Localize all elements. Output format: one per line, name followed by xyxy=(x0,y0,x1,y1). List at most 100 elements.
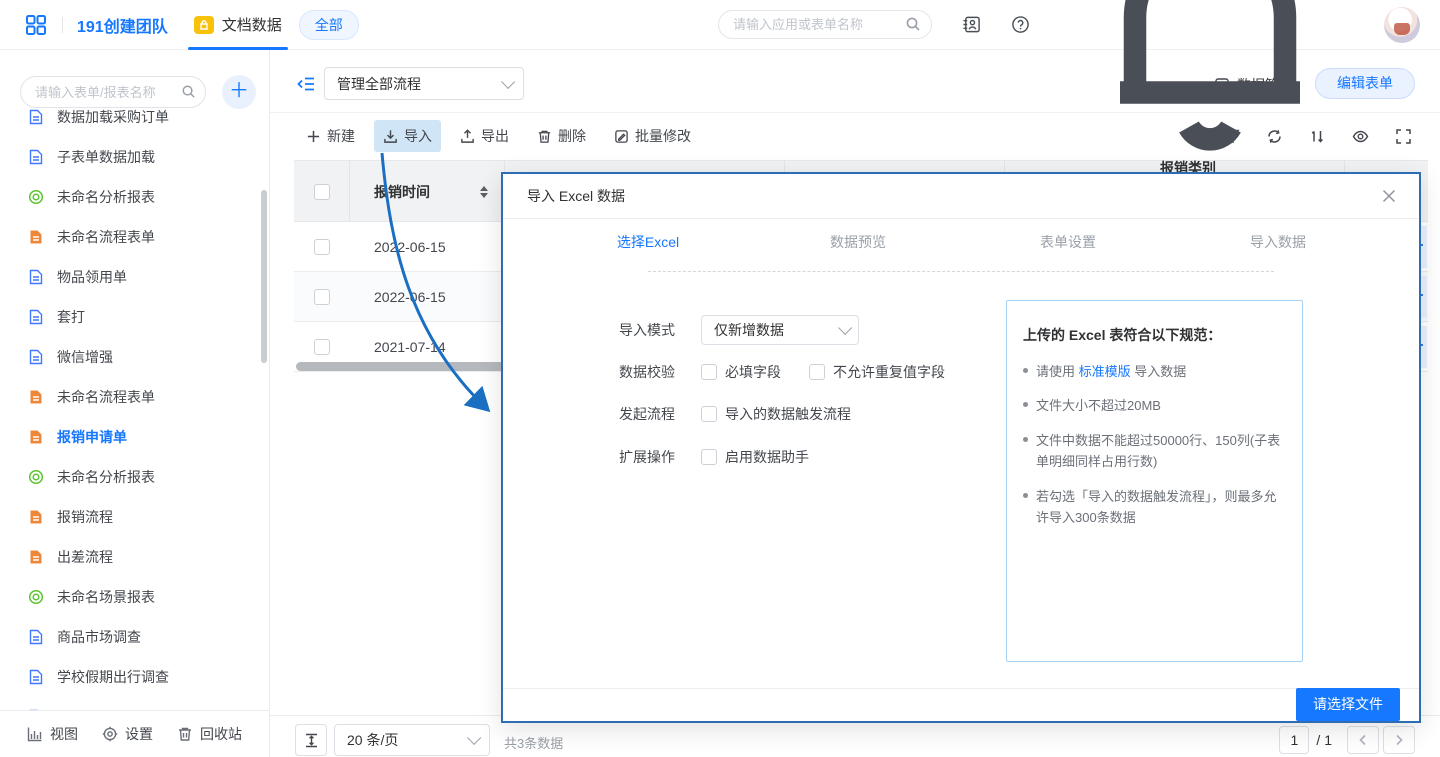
help-icon[interactable] xyxy=(1011,15,1030,34)
col-header-time[interactable]: 报销时间 xyxy=(349,161,504,223)
import-button[interactable]: 导入 xyxy=(374,120,441,152)
prev-page-button[interactable] xyxy=(1347,726,1379,754)
workbench-grid-icon[interactable] xyxy=(24,13,48,37)
form-search[interactable] xyxy=(20,76,206,108)
export-button[interactable]: 导出 xyxy=(451,120,518,152)
sidebar-item[interactable]: 报销流程 xyxy=(0,497,269,537)
import-steps: 选择Excel 数据预览 表单设置 导入数据 xyxy=(543,232,1379,288)
notifications-button[interactable] xyxy=(1060,0,1360,175)
sidebar-item[interactable]: 未命名分析报表 xyxy=(0,457,269,497)
settings-button[interactable]: 设置 xyxy=(102,724,153,744)
sidebar-item-selected[interactable]: 报销申请单 xyxy=(0,417,269,457)
new-record-button[interactable]: 新建 xyxy=(297,120,364,152)
page-size-select[interactable]: 20 条/页 xyxy=(334,724,490,756)
validation-label: 数据校验 xyxy=(619,362,681,382)
select-all-checkbox[interactable] xyxy=(314,184,330,200)
checkbox[interactable] xyxy=(701,449,717,465)
validation-row: 数据校验 必填字段 不允许重复值字段 xyxy=(619,357,973,387)
sidebar-item[interactable]: 出差流程 xyxy=(0,537,269,577)
sidebar-item[interactable]: 数据加载采购订单 xyxy=(0,107,269,137)
step-form-settings: 表单设置 xyxy=(963,232,1173,252)
export-icon xyxy=(460,129,475,144)
sidebar-item[interactable]: 未命名场景报表 xyxy=(0,577,269,617)
form-search-input[interactable] xyxy=(20,76,206,108)
sidebar-item-label: 微信增强 xyxy=(57,347,113,367)
next-page-button[interactable] xyxy=(1383,726,1415,754)
sidebar-item[interactable]: 商品市场调查 xyxy=(0,617,269,657)
tab-all[interactable]: 全部 xyxy=(299,10,359,40)
sidebar-item[interactable]: 微信增强 xyxy=(0,337,269,377)
checkbox[interactable] xyxy=(701,364,717,380)
sidebar-item[interactable]: 物品领用单 xyxy=(0,257,269,297)
export-label: 导出 xyxy=(481,126,509,146)
sidebar-item-label: 未命名分析报表 xyxy=(57,187,155,207)
rule-text: 请使用 xyxy=(1036,364,1079,379)
start-flow-label: 发起流程 xyxy=(619,404,681,424)
sidebar-item-label: 报销流程 xyxy=(57,507,113,527)
doc-pencil-icon xyxy=(614,129,629,144)
doc-icon xyxy=(28,309,44,325)
step-label: 导入数据 xyxy=(1250,234,1306,250)
sidebar-item[interactable]: 学校假期出行调查 xyxy=(0,657,269,697)
data-assistant-checkbox[interactable]: 启用数据助手 xyxy=(701,447,809,467)
trigger-flow-checkbox[interactable]: 导入的数据触发流程 xyxy=(701,404,851,424)
sidebar-item[interactable]: 未命名流程表单 xyxy=(0,377,269,417)
choose-file-button[interactable]: 请选择文件 xyxy=(1296,688,1400,721)
sort-column-icon[interactable] xyxy=(480,182,488,202)
new-label: 新建 xyxy=(327,126,355,146)
row-checkbox[interactable] xyxy=(314,239,330,255)
no-duplicate-checkbox[interactable]: 不允许重复值字段 xyxy=(809,362,945,382)
step-label: 数据预览 xyxy=(830,234,886,250)
views-button[interactable]: 视图 xyxy=(27,724,78,744)
plus-icon xyxy=(306,129,321,144)
import-excel-modal: 导入 Excel 数据 选择Excel 数据预览 xyxy=(501,172,1421,723)
checkbox[interactable] xyxy=(809,364,825,380)
team-name[interactable]: 191创建团队 xyxy=(77,13,168,37)
required-fields-checkbox[interactable]: 必填字段 xyxy=(701,362,781,382)
sidebar-item[interactable]: 未命名流程表单 xyxy=(0,217,269,257)
import-mode-row: 导入模式 仅新增数据 xyxy=(619,315,859,345)
row-height-button[interactable] xyxy=(295,724,327,756)
global-search-input[interactable] xyxy=(718,10,932,39)
doc-icon xyxy=(28,629,44,645)
search-icon xyxy=(905,16,921,32)
step-label: 选择Excel xyxy=(617,234,679,250)
sidebar-item[interactable]: 套打 xyxy=(0,297,269,337)
row-date: 2022-06-15 xyxy=(374,222,446,272)
batch-edit-button[interactable]: 批量修改 xyxy=(605,120,700,152)
sidebar-item-label: 学校假期出行调查 xyxy=(57,667,169,687)
recycle-bin-button[interactable]: 回收站 xyxy=(177,724,242,744)
import-label: 导入 xyxy=(404,126,432,146)
checkbox[interactable] xyxy=(701,406,717,422)
upload-rules-panel: 上传的 Excel 表符合以下规范： 请使用 标准模版 导入数据 文件大小不超过… xyxy=(1006,300,1303,662)
pagination: 1 / 1 xyxy=(1279,726,1415,754)
row-checkbox[interactable] xyxy=(314,339,330,355)
sidebar-item[interactable]: 子表单数据加载 xyxy=(0,137,269,177)
extend-row: 扩展操作 启用数据助手 xyxy=(619,442,837,472)
collapse-sidebar-icon[interactable] xyxy=(297,75,315,93)
add-form-button[interactable]: ＋ xyxy=(222,75,256,109)
sidebar-scrollbar[interactable] xyxy=(261,190,267,363)
standard-template-link[interactable]: 标准模版 xyxy=(1079,364,1131,379)
sidebar-item[interactable]: 未命名分析报表 xyxy=(0,177,269,217)
row-checkbox[interactable] xyxy=(314,289,330,305)
tab-app-docdata[interactable]: 文档数据 xyxy=(194,0,282,50)
search-icon xyxy=(181,84,196,99)
delete-button[interactable]: 删除 xyxy=(528,120,595,152)
global-search[interactable] xyxy=(718,10,932,39)
flow-scope-select[interactable]: 管理全部流程 xyxy=(324,67,524,100)
sidebar-item-label: 商品市场调查 xyxy=(57,627,141,647)
bell-icon xyxy=(1060,0,1360,175)
sidebar-item[interactable] xyxy=(0,697,269,710)
app-window: 191创建团队 文档数据 全部 xyxy=(0,0,1440,757)
import-mode-select[interactable]: 仅新增数据 xyxy=(701,315,859,345)
rules-title: 上传的 Excel 表符合以下规范： xyxy=(1023,325,1286,345)
doc-icon xyxy=(28,509,44,525)
address-book-icon[interactable] xyxy=(962,15,981,34)
avatar[interactable] xyxy=(1384,7,1420,43)
checkbox-label: 启用数据助手 xyxy=(725,447,809,467)
current-page[interactable]: 1 xyxy=(1279,726,1309,754)
table-toolbar: 新建 导入 导出 删除 xyxy=(297,120,710,152)
sidebar-item-label: 未命名分析报表 xyxy=(57,467,155,487)
close-icon[interactable] xyxy=(1381,188,1397,204)
